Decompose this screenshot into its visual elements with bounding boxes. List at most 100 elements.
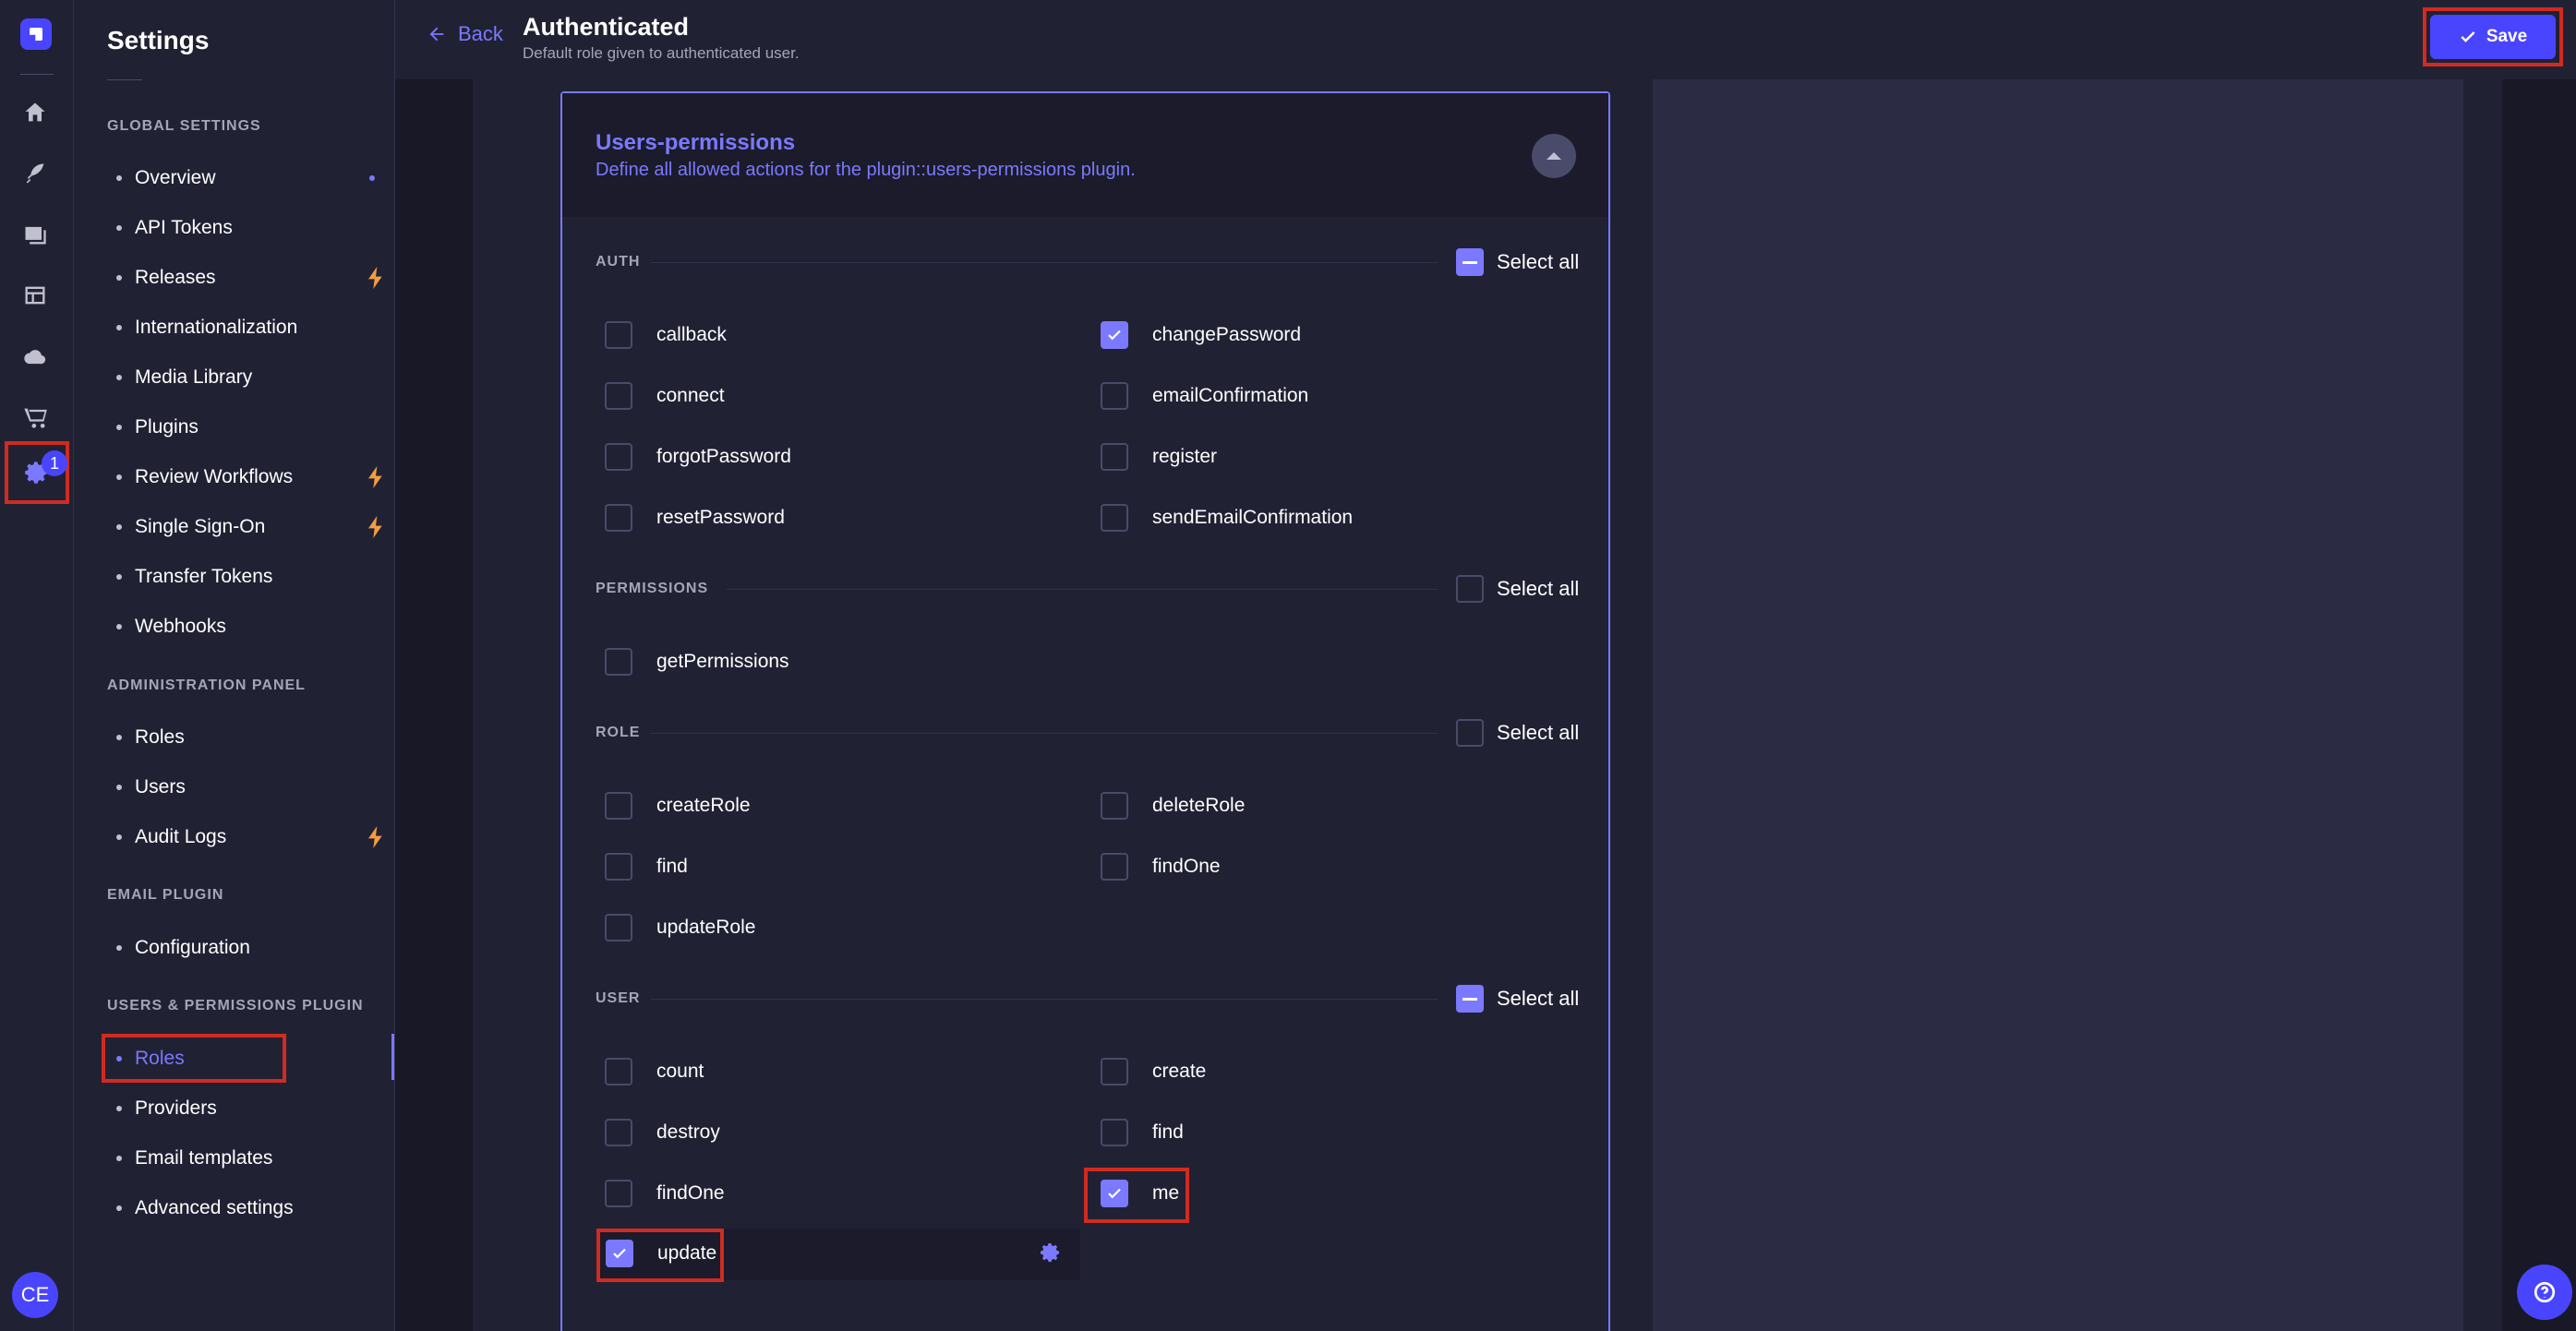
checkbox[interactable]	[605, 443, 632, 471]
marketplace-icon[interactable]	[15, 397, 55, 438]
gear-icon[interactable]	[1040, 1241, 1065, 1267]
select-all-checkbox[interactable]	[1456, 719, 1484, 747]
perm-callback[interactable]: callback	[605, 321, 727, 349]
checkbox[interactable]	[1101, 792, 1128, 820]
active-indicator	[391, 1034, 394, 1080]
bullet	[116, 275, 122, 281]
perm-user-find[interactable]: find	[1101, 1119, 1184, 1146]
select-all-checkbox[interactable]	[1456, 248, 1484, 276]
strapi-logo[interactable]	[20, 18, 52, 50]
checkbox[interactable]	[1101, 321, 1128, 349]
sidebar-item-api-tokens[interactable]: API Tokens	[116, 208, 384, 248]
perm-label: find	[656, 856, 688, 877]
checkbox[interactable]	[605, 853, 632, 881]
perm-create[interactable]: create	[1101, 1058, 1206, 1085]
perm-sendEmailConfirmation[interactable]: sendEmailConfirmation	[1101, 504, 1353, 532]
checkbox[interactable]	[605, 1058, 632, 1085]
content-type-builder-icon[interactable]	[15, 275, 55, 316]
perm-forgotPassword[interactable]: forgotPassword	[605, 443, 791, 471]
sidebar-item-audit-logs[interactable]: Audit Logs	[116, 817, 384, 857]
perm-user-findOne[interactable]: findOne	[605, 1180, 725, 1207]
auth-select-all[interactable]: Select all	[1456, 248, 1579, 276]
checkbox[interactable]	[605, 648, 632, 676]
cloud-icon[interactable]	[15, 336, 55, 377]
perm-emailConfirmation[interactable]: emailConfirmation	[1101, 382, 1308, 410]
perm-label: connect	[656, 385, 725, 406]
perm-getPermissions[interactable]: getPermissions	[605, 648, 789, 676]
sidebar-item-releases[interactable]: Releases	[116, 258, 384, 298]
checkbox[interactable]	[605, 504, 632, 532]
sidebar-item-review-workflows[interactable]: Review Workflows	[116, 457, 384, 498]
save-button[interactable]: Save	[2430, 15, 2556, 59]
checkbox[interactable]	[1101, 853, 1128, 881]
group-label-auth: AUTH	[596, 254, 641, 270]
bullet	[116, 524, 122, 530]
perm-changePassword[interactable]: changePassword	[1101, 321, 1301, 349]
settings-icon[interactable]: 1	[5, 441, 69, 504]
sidebar-item-internationalization[interactable]: Internationalization	[116, 307, 384, 348]
sidebar-item-overview[interactable]: Overview	[116, 158, 384, 198]
checkbox[interactable]	[1101, 443, 1128, 471]
perm-createRole[interactable]: createRole	[605, 792, 751, 820]
checkbox[interactable]	[1101, 382, 1128, 410]
chevron-up-icon	[1547, 152, 1561, 160]
section-label-email-plugin: EMAIL PLUGIN	[107, 887, 224, 903]
checkbox[interactable]	[1101, 504, 1128, 532]
checkbox[interactable]	[605, 1119, 632, 1146]
select-all-label: Select all	[1497, 721, 1580, 744]
checkbox[interactable]	[605, 792, 632, 820]
sidebar-item-admin-roles[interactable]: Roles	[116, 717, 384, 758]
perm-destroy[interactable]: destroy	[605, 1119, 720, 1146]
checkbox[interactable]	[1101, 1119, 1128, 1146]
group-divider	[651, 733, 1438, 734]
select-all-checkbox[interactable]	[1456, 985, 1484, 1013]
sidebar-item-email-templates[interactable]: Email templates	[116, 1138, 384, 1179]
perm-connect[interactable]: connect	[605, 382, 725, 410]
sidebar-item-providers[interactable]: Providers	[116, 1088, 384, 1129]
select-all-checkbox[interactable]	[1456, 575, 1484, 603]
perm-updateRole[interactable]: updateRole	[605, 914, 755, 941]
accordion-description: Define all allowed actions for the plugi…	[596, 160, 1136, 180]
sidebar-item-users[interactable]: Users	[116, 767, 384, 808]
checkbox[interactable]	[605, 321, 632, 349]
perm-role-find[interactable]: find	[605, 853, 688, 881]
checkbox[interactable]	[605, 1180, 632, 1207]
help-button[interactable]	[2517, 1265, 2572, 1320]
sidebar-item-configuration[interactable]: Configuration	[116, 928, 384, 968]
role-select-all[interactable]: Select all	[1456, 719, 1579, 747]
group-label-role: ROLE	[596, 725, 641, 740]
sidebar-item-label: Configuration	[135, 937, 250, 958]
checkbox[interactable]	[605, 382, 632, 410]
user-select-all[interactable]: Select all	[1456, 985, 1579, 1013]
perm-label: findOne	[656, 1182, 725, 1204]
home-icon[interactable]	[15, 92, 55, 133]
bullet	[116, 375, 122, 380]
accordion-header[interactable]: Users-permissions Define all allowed act…	[562, 93, 1608, 217]
user-avatar[interactable]: CE	[12, 1272, 58, 1318]
sidebar-item-label: Releases	[135, 267, 216, 288]
sidebar-item-label: Overview	[135, 167, 216, 188]
perm-role-findOne[interactable]: findOne	[1101, 853, 1221, 881]
bullet	[116, 834, 122, 840]
sidebar-item-advanced-settings[interactable]: Advanced settings	[116, 1188, 384, 1229]
collapse-button[interactable]	[1532, 134, 1576, 178]
perm-resetPassword[interactable]: resetPassword	[605, 504, 785, 532]
checkbox[interactable]	[1101, 1058, 1128, 1085]
media-library-icon[interactable]	[15, 214, 55, 255]
bullet	[116, 1205, 122, 1211]
sidebar-item-label: Providers	[135, 1097, 217, 1119]
back-link[interactable]: Back	[427, 22, 503, 46]
perm-count[interactable]: count	[605, 1058, 704, 1085]
sidebar-item-media-library[interactable]: Media Library	[116, 357, 384, 398]
sidebar-item-transfer-tokens[interactable]: Transfer Tokens	[116, 557, 384, 597]
checkbox[interactable]	[605, 914, 632, 941]
check-icon	[1108, 330, 1121, 341]
sidebar-item-single-sign-on[interactable]: Single Sign-On	[116, 507, 384, 547]
sidebar-item-plugins[interactable]: Plugins	[116, 407, 384, 448]
sidebar-item-webhooks[interactable]: Webhooks	[116, 606, 384, 647]
perm-deleteRole[interactable]: deleteRole	[1101, 792, 1245, 820]
content-manager-icon[interactable]	[15, 153, 55, 194]
perm-register[interactable]: register	[1101, 443, 1217, 471]
permissions-select-all[interactable]: Select all	[1456, 575, 1579, 603]
bullet	[116, 425, 122, 430]
